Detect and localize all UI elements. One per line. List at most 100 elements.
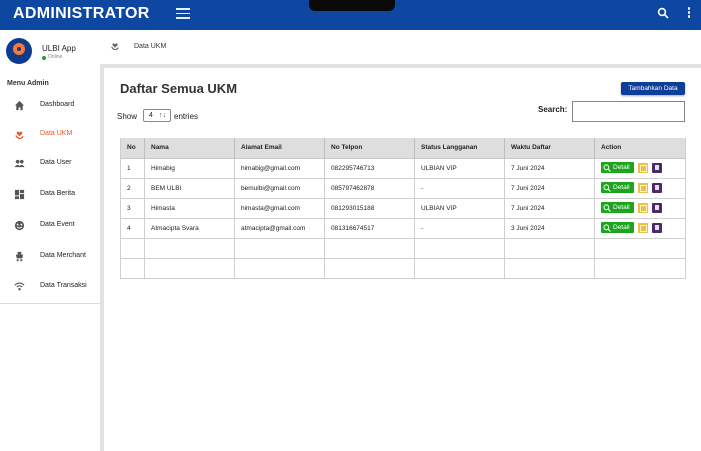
edit-icon[interactable] xyxy=(637,162,648,173)
cell-no: 2 xyxy=(120,178,145,199)
cell-status: - xyxy=(414,178,505,199)
add-data-button[interactable]: Tambahkan Data xyxy=(621,82,685,95)
sidebar-item-label: Dashboard xyxy=(40,101,75,108)
dashboard-grid-icon xyxy=(14,189,25,200)
search-input[interactable] xyxy=(572,101,685,122)
cell-waktu: 7 Juni 2024 xyxy=(504,158,595,179)
hand-heart-icon xyxy=(111,43,119,51)
entries-label: entries xyxy=(174,112,199,121)
cell-email: atmacipta@gmail.com xyxy=(234,218,325,239)
camera-notch xyxy=(309,0,395,11)
edit-icon[interactable] xyxy=(637,222,648,233)
sidebar-item-data-merchant[interactable]: Data Merchant xyxy=(0,246,100,268)
cell-telpon: 082295746713 xyxy=(324,158,415,179)
page-title: Daftar Semua UKM xyxy=(120,81,238,96)
detail-button[interactable]: Detail xyxy=(601,222,634,234)
top-app-bar: ADMINISTRATOR xyxy=(0,0,701,30)
sidebar-item-label: Data Merchant xyxy=(40,252,86,259)
search-icon xyxy=(603,184,611,192)
detail-button[interactable]: Detail xyxy=(601,182,634,194)
cell-no: 4 xyxy=(120,218,145,239)
search-icon xyxy=(603,204,611,212)
entries-select[interactable]: 4 ↑↓ xyxy=(143,109,171,122)
col-header-no[interactable]: No xyxy=(120,138,145,159)
menu-title: Menu Admin xyxy=(7,80,49,87)
cell-waktu: 3 Juni 2024 xyxy=(504,218,595,239)
empty-cell xyxy=(144,238,235,259)
cell-status: ULBIAN VIP xyxy=(414,158,505,179)
cell-waktu: 7 Juni 2024 xyxy=(504,198,595,219)
avatar xyxy=(6,38,32,64)
cell-email: himasta@gmail.com xyxy=(234,198,325,219)
sidebar-item-data-event[interactable]: Data Event xyxy=(0,215,100,237)
detail-label: Detail xyxy=(613,184,630,192)
show-label: Show xyxy=(117,112,138,121)
detail-button[interactable]: Detail xyxy=(601,202,634,214)
main-card: Daftar Semua UKM Tambahkan Data Show 4 ↑… xyxy=(104,68,701,451)
more-vert-icon[interactable] xyxy=(686,7,692,21)
search-icon[interactable] xyxy=(657,7,669,19)
cell-nama: Himasta xyxy=(144,198,235,219)
empty-cell xyxy=(504,258,595,279)
search-label: Search: xyxy=(538,105,568,114)
search-icon xyxy=(603,224,611,232)
sidebar-item-label: Data User xyxy=(40,159,72,166)
ulbi-logo-icon xyxy=(13,43,25,55)
edit-icon[interactable] xyxy=(637,202,648,213)
event-icon xyxy=(14,220,25,231)
cell-action: Detail xyxy=(594,158,686,179)
online-status-dot xyxy=(42,56,46,60)
hamburger-menu-icon[interactable] xyxy=(176,8,190,19)
empty-cell xyxy=(120,258,145,279)
col-header-email[interactable]: Alamat Email xyxy=(234,138,325,159)
sidebar-item-label: Data Berita xyxy=(40,190,76,197)
sidebar: ULBI App Online Menu Admin Dashboard Dat… xyxy=(0,30,100,451)
empty-cell xyxy=(594,258,686,279)
col-header-action: Action xyxy=(594,138,686,159)
table-row: 3 Himasta himasta@gmail.com 081293015188… xyxy=(120,198,686,219)
cell-telpon: 085797462878 xyxy=(324,178,415,199)
detail-label: Detail xyxy=(613,224,630,232)
empty-row xyxy=(120,258,686,279)
detail-label: Detail xyxy=(613,164,630,172)
sidebar-item-label: Data Transaksi xyxy=(40,282,87,289)
merchant-icon xyxy=(15,251,24,262)
delete-icon[interactable] xyxy=(651,222,662,233)
col-header-telpon[interactable]: No Telpon xyxy=(324,138,415,159)
cell-email: bemulbi@gmail.com xyxy=(234,178,325,199)
cell-telpon: 081293015188 xyxy=(324,198,415,219)
app-title: ADMINISTRATOR xyxy=(13,5,150,22)
col-header-waktu[interactable]: Waktu Daftar xyxy=(504,138,595,159)
sidebar-item-data-user[interactable]: Data User xyxy=(0,153,100,175)
cell-waktu: 7 Juni 2024 xyxy=(504,178,595,199)
sidebar-item-data-ukm[interactable]: Data UKM xyxy=(0,124,100,146)
col-header-nama[interactable]: Nama xyxy=(144,138,235,159)
delete-icon[interactable] xyxy=(651,162,662,173)
empty-row xyxy=(120,238,686,259)
cell-action: Detail xyxy=(594,218,686,239)
cell-no: 1 xyxy=(120,158,145,179)
cell-action: Detail xyxy=(594,198,686,219)
empty-cell xyxy=(234,238,325,259)
sidebar-item-dashboard[interactable]: Dashboard xyxy=(0,95,100,117)
sidebar-item-data-berita[interactable]: Data Berita xyxy=(0,184,100,206)
sort-arrows-icon: ↑↓ xyxy=(159,112,166,119)
delete-icon[interactable] xyxy=(651,202,662,213)
empty-cell xyxy=(144,258,235,279)
empty-cell xyxy=(594,238,686,259)
cell-email: himabig@gmail.com xyxy=(234,158,325,179)
detail-button[interactable]: Detail xyxy=(601,162,634,174)
sidebar-divider xyxy=(0,303,100,304)
table-header-row: No Nama Alamat Email No Telpon Status La… xyxy=(120,138,686,159)
col-header-status[interactable]: Status Langganan xyxy=(414,138,505,159)
wifi-icon xyxy=(14,282,25,291)
cell-status: ULBIAN VIP xyxy=(414,198,505,219)
home-icon xyxy=(14,100,25,111)
edit-icon[interactable] xyxy=(637,182,648,193)
cell-telpon: 081316674517 xyxy=(324,218,415,239)
delete-icon[interactable] xyxy=(651,182,662,193)
sidebar-item-data-transaksi[interactable]: Data Transaksi xyxy=(0,276,100,298)
empty-cell xyxy=(414,238,505,259)
table-row: 1 Himabig himabig@gmail.com 082295746713… xyxy=(120,158,686,179)
sidebar-item-label: Data UKM xyxy=(40,130,73,137)
